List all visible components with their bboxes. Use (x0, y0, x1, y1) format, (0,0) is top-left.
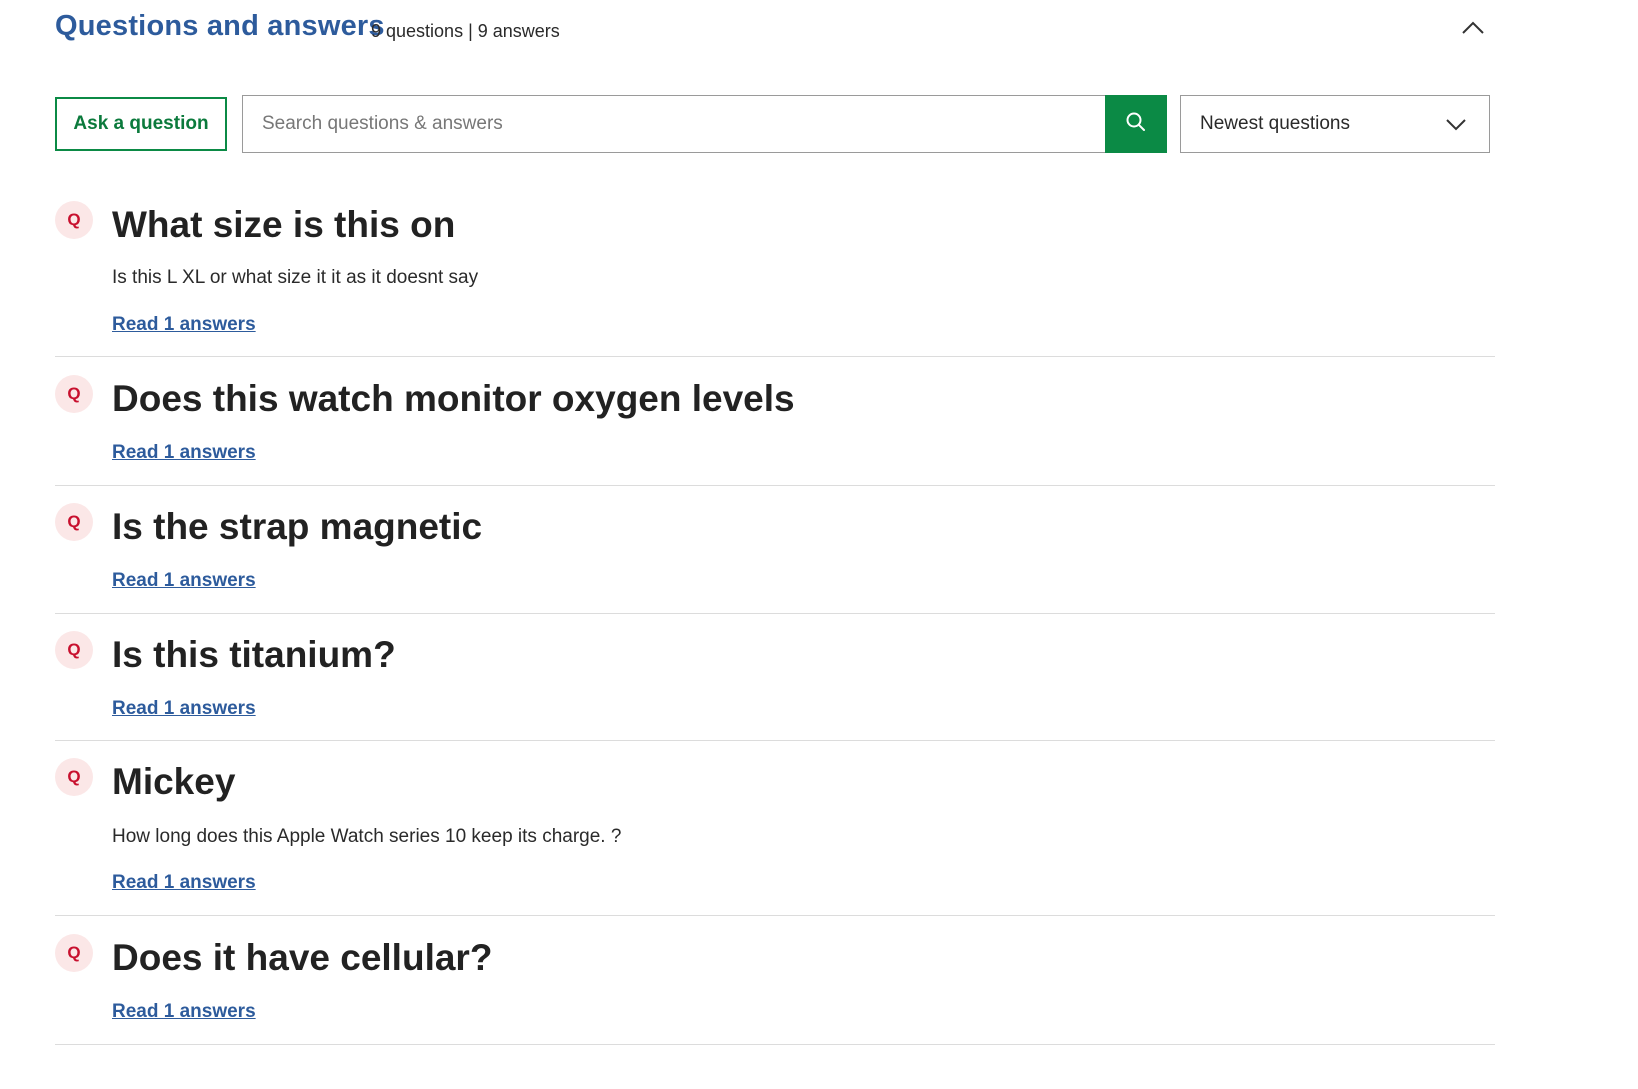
read-answers-link[interactable]: Read 1 answers (112, 1001, 256, 1023)
question-list: Q What size is this on Is this L XL or w… (55, 200, 1495, 1045)
search-input[interactable] (243, 96, 1105, 152)
question-badge: Q (55, 758, 93, 796)
search-box (242, 95, 1167, 153)
chevron-up-icon[interactable] (1460, 18, 1486, 38)
qa-header: Questions and answers 9 questions | 9 an… (55, 8, 1495, 56)
read-answers-link[interactable]: Read 1 answers (112, 442, 256, 464)
section-title: Questions and answers (55, 10, 385, 42)
question-title: Is this titanium? (112, 634, 396, 675)
question-item: Q Is this titanium? Read 1 answers (55, 614, 1495, 741)
question-item: Q What size is this on Is this L XL or w… (55, 200, 1495, 357)
search-icon (1125, 111, 1147, 138)
question-badge: Q (55, 631, 93, 669)
question-title: Does it have cellular? (112, 937, 493, 978)
question-badge: Q (55, 201, 93, 239)
question-item: Q Mickey How long does this Apple Watch … (55, 741, 1495, 916)
question-body: How long does this Apple Watch series 10… (112, 826, 622, 847)
question-item: Q Does this watch monitor oxygen levels … (55, 357, 1495, 486)
question-answer-counts: 9 questions | 9 answers (371, 21, 560, 41)
question-body: Is this L XL or what size it it as it do… (112, 267, 479, 288)
question-badge: Q (55, 934, 93, 972)
qa-toolbar: Ask a question Newest questions (55, 95, 1495, 153)
question-item: Q Is the strap magnetic Read 1 answers (55, 486, 1495, 614)
question-title: Mickey (112, 761, 236, 802)
read-answers-link[interactable]: Read 1 answers (112, 698, 256, 720)
question-badge: Q (55, 503, 93, 541)
read-answers-link[interactable]: Read 1 answers (112, 570, 256, 592)
chevron-down-icon (1444, 115, 1468, 133)
question-title: Does this watch monitor oxygen levels (112, 378, 795, 419)
ask-question-button[interactable]: Ask a question (55, 97, 227, 151)
question-title: Is the strap magnetic (112, 506, 483, 547)
read-answers-link[interactable]: Read 1 answers (112, 314, 256, 336)
search-button[interactable] (1105, 95, 1167, 153)
sort-selected-value: Newest questions (1200, 113, 1350, 134)
sort-select[interactable]: Newest questions (1180, 95, 1490, 153)
read-answers-link[interactable]: Read 1 answers (112, 872, 256, 894)
question-badge: Q (55, 375, 93, 413)
question-title: What size is this on (112, 204, 456, 245)
question-item: Q Does it have cellular? Read 1 answers (55, 916, 1495, 1045)
